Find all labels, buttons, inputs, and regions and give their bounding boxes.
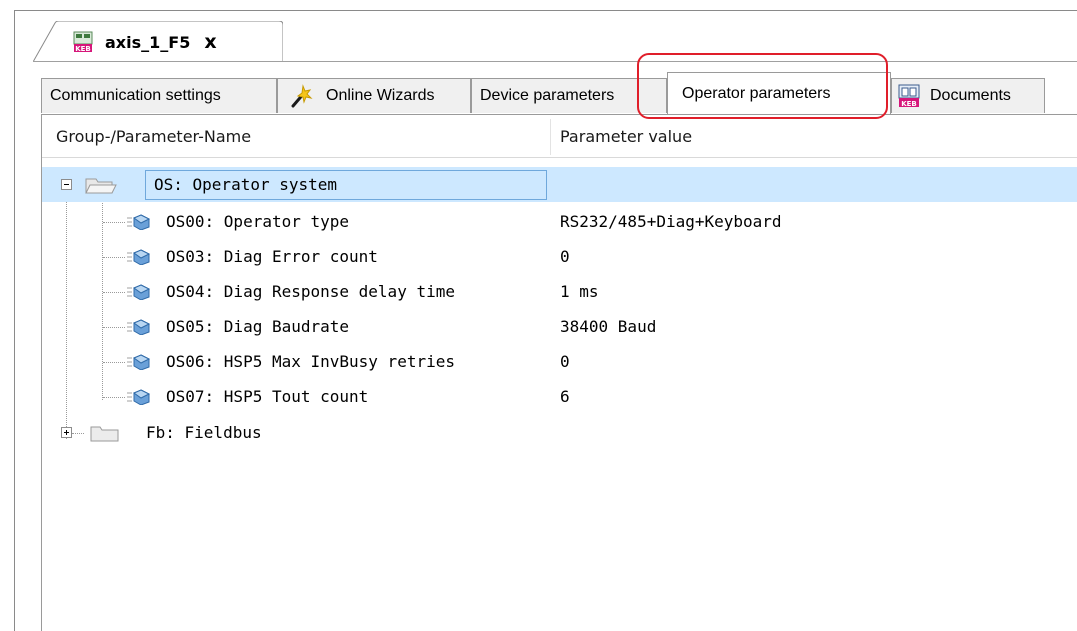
tree-connector — [103, 257, 125, 258]
tree-connector — [103, 397, 125, 398]
keb-documents-icon: KEB — [898, 84, 920, 108]
tree-group-row[interactable]: Fb: Fieldbus — [42, 415, 1077, 450]
wizard-wand-icon — [291, 84, 313, 108]
table-row[interactable]: OS03: Diag Error count 0 — [42, 239, 1077, 274]
tab-device-parameters[interactable]: Device parameters — [471, 78, 667, 113]
parameter-name: OS06: HSP5 Max InvBusy retries — [166, 352, 455, 371]
document-tab-title: axis_1_F5 — [105, 32, 191, 52]
tab-label: Device parameters — [480, 87, 615, 104]
document-tab[interactable]: KEB axis_1_F5 x — [73, 29, 217, 55]
parameter-name: OS07: HSP5 Tout count — [166, 387, 369, 406]
table-row[interactable]: OS06: HSP5 Max InvBusy retries 0 — [42, 344, 1077, 379]
tree-group-row[interactable]: OS: Operator system — [42, 167, 1077, 202]
parameter-grid: Group-/Parameter-Name Parameter value OS… — [41, 115, 1077, 631]
table-row[interactable]: OS04: Diag Response delay time 1 ms — [42, 274, 1077, 309]
parameter-name: OS03: Diag Error count — [166, 247, 378, 266]
tab-label: Operator parameters — [682, 84, 831, 102]
svg-text:KEB: KEB — [901, 100, 917, 108]
group-name: OS: Operator system — [154, 175, 338, 194]
tree-connector — [103, 327, 125, 328]
tab-operator-parameters[interactable]: Operator parameters — [667, 72, 891, 114]
editor-frame: KEB axis_1_F5 x Communication settings O… — [14, 10, 1077, 631]
column-header-value[interactable]: Parameter value — [560, 115, 692, 157]
parameter-name: OS05: Diag Baudrate — [166, 317, 350, 336]
collapse-icon[interactable] — [61, 179, 72, 190]
parameter-value[interactable]: 6 — [560, 379, 570, 414]
tree-connector — [103, 222, 125, 223]
keb-device-icon: KEB — [73, 31, 93, 53]
parameter-value[interactable]: RS232/485+Diag+Keyboard — [560, 204, 782, 239]
tab-online-wizards[interactable]: Online Wizards — [277, 78, 471, 113]
column-header-name[interactable]: Group-/Parameter-Name — [56, 115, 251, 157]
document-tab-baseline — [33, 61, 1077, 62]
table-row[interactable]: OS00: Operator type RS232/485+Diag+Keybo… — [42, 204, 1077, 239]
tree-connector — [72, 433, 84, 434]
tab-label: Online Wizards — [326, 87, 435, 104]
parameter-value[interactable]: 38400 Baud — [560, 309, 656, 344]
parameter-icon — [127, 389, 151, 405]
folder-open-icon — [85, 178, 117, 194]
table-row[interactable]: OS07: HSP5 Tout count 6 — [42, 379, 1077, 414]
tab-label: Documents — [930, 87, 1011, 104]
parameter-value[interactable]: 1 ms — [560, 274, 599, 309]
document-tab-strip: KEB axis_1_F5 x — [15, 11, 1077, 63]
parameter-icon — [127, 214, 151, 230]
parameter-icon — [127, 319, 151, 335]
parameter-name: OS04: Diag Response delay time — [166, 282, 455, 301]
parameter-value[interactable]: 0 — [560, 344, 570, 379]
tree-connector — [103, 362, 125, 363]
tab-documents[interactable]: KEB Documents — [891, 78, 1045, 113]
tab-communication-settings[interactable]: Communication settings — [41, 78, 277, 113]
grid-header: Group-/Parameter-Name Parameter value — [42, 115, 1077, 158]
column-divider[interactable] — [550, 119, 551, 155]
folder-icon — [90, 426, 119, 442]
table-row[interactable]: OS05: Diag Baudrate 38400 Baud — [42, 309, 1077, 344]
parameter-icon — [127, 249, 151, 265]
parameter-icon — [127, 354, 151, 370]
parameter-icon — [127, 284, 151, 300]
parameter-value[interactable]: 0 — [560, 239, 570, 274]
parameter-name: OS00: Operator type — [166, 212, 350, 231]
tab-label: Communication settings — [50, 87, 221, 104]
group-name: Fb: Fieldbus — [146, 423, 262, 442]
tree-connector — [103, 292, 125, 293]
close-icon[interactable]: x — [204, 32, 216, 52]
svg-text:KEB: KEB — [75, 45, 91, 53]
expand-icon[interactable] — [61, 427, 72, 438]
